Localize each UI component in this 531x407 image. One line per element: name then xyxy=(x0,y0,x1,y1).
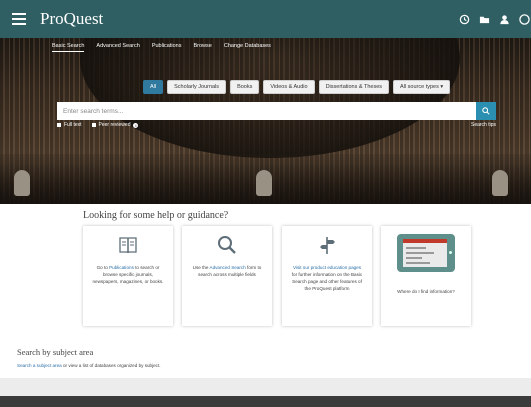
publications-link[interactable]: Publications xyxy=(109,265,134,270)
subnav-browse[interactable]: Browse xyxy=(194,43,212,52)
search-tips-link[interactable]: Search tips xyxy=(471,122,496,128)
subject-area-text: Search a subject area or view a list of … xyxy=(17,363,161,368)
search-subnav: Basic Search Advanced Search Publication… xyxy=(52,43,271,52)
info-icon[interactable]: i xyxy=(133,122,139,128)
source-type-filters: All Scholarly Journals Books Videos & Au… xyxy=(143,80,451,94)
bust-decoration xyxy=(256,170,272,196)
menu-icon[interactable] xyxy=(0,0,38,38)
help-card-text: Use the Advanced Search form to search a… xyxy=(190,264,264,278)
search-bar xyxy=(57,102,496,120)
tablet-line xyxy=(406,247,426,249)
advanced-search-link[interactable]: Advanced Search xyxy=(210,265,246,270)
search-icon xyxy=(482,107,490,115)
help-card-find-information[interactable]: Where do I find information? xyxy=(381,226,471,326)
filter-books[interactable]: Books xyxy=(230,80,260,94)
full-text-label: Full text xyxy=(64,122,82,128)
folder-icon[interactable] xyxy=(477,12,491,26)
book-icon xyxy=(83,234,173,256)
signpost-icon xyxy=(282,234,372,256)
subject-area-link[interactable]: Search a subject area xyxy=(17,363,62,368)
product-education-link[interactable]: Visit our product education pages xyxy=(293,265,361,270)
tablet-line xyxy=(406,257,422,259)
card-text-pre: Use the xyxy=(192,265,210,270)
subnav-publications[interactable]: Publications xyxy=(152,43,182,52)
history-icon[interactable] xyxy=(457,12,471,26)
subnav-change-databases[interactable]: Change Databases xyxy=(224,43,271,52)
subnav-basic-search[interactable]: Basic Search xyxy=(52,43,85,52)
search-input[interactable] xyxy=(57,102,476,120)
magnifier-icon xyxy=(182,234,272,256)
bust-decoration xyxy=(492,170,508,196)
find-information-text: Where do I find information? xyxy=(397,289,455,294)
help-icon[interactable] xyxy=(517,12,531,26)
subject-area-heading: Search by subject area xyxy=(17,347,94,357)
tablet-button xyxy=(449,251,452,254)
filter-all-source-types-dropdown[interactable]: All source types ▾ xyxy=(393,80,451,94)
peer-reviewed-checkbox[interactable]: Peer reviewed i xyxy=(91,122,139,128)
bust-decoration xyxy=(14,170,30,196)
grey-band xyxy=(0,378,531,396)
help-heading: Looking for some help or guidance? xyxy=(83,210,229,221)
search-options: Full text Peer reviewed i xyxy=(57,122,139,128)
checkbox-box[interactable] xyxy=(91,123,96,127)
tablet-line xyxy=(406,252,434,254)
help-card-text: Where do I find information? xyxy=(389,288,463,295)
peer-reviewed-label: Peer reviewed xyxy=(98,122,131,128)
user-icon[interactable] xyxy=(497,12,511,26)
help-card-text: Go to Publications to search or browse s… xyxy=(91,264,165,285)
tablet-line xyxy=(406,262,430,264)
checkbox-box[interactable] xyxy=(57,123,61,127)
hero-banner: Basic Search Advanced Search Publication… xyxy=(0,38,531,204)
help-card-education[interactable]: Visit our product education pages for fu… xyxy=(282,226,372,326)
top-bar: ProQuest xyxy=(0,0,531,38)
help-card-text: Visit our product education pages for fu… xyxy=(290,264,364,292)
card-text-post: for further information on the Basic Sea… xyxy=(291,272,363,291)
tablet-screen xyxy=(403,239,447,267)
tablet-illustration xyxy=(397,234,455,272)
subnav-advanced-search[interactable]: Advanced Search xyxy=(96,43,139,52)
help-card-advanced-search[interactable]: Use the Advanced Search form to search a… xyxy=(182,226,272,326)
filter-scholarly-journals[interactable]: Scholarly Journals xyxy=(167,80,227,94)
tablet-icon xyxy=(381,234,471,272)
filter-videos-audio[interactable]: Videos & Audio xyxy=(263,80,315,94)
full-text-checkbox[interactable]: Full text xyxy=(57,122,82,128)
search-button[interactable] xyxy=(476,102,496,120)
tablet-screen-bar xyxy=(403,239,447,243)
proquest-logo[interactable]: ProQuest xyxy=(40,9,103,29)
card-text-pre: Go to xyxy=(96,265,110,270)
help-card-publications[interactable]: Go to Publications to search or browse s… xyxy=(83,226,173,326)
filter-dissertations-theses[interactable]: Dissertations & Theses xyxy=(318,80,390,94)
footer xyxy=(0,396,531,407)
top-icons xyxy=(457,0,531,38)
filter-all[interactable]: All xyxy=(143,80,164,94)
subject-area-description: or view a list of databases organized by… xyxy=(61,363,161,368)
